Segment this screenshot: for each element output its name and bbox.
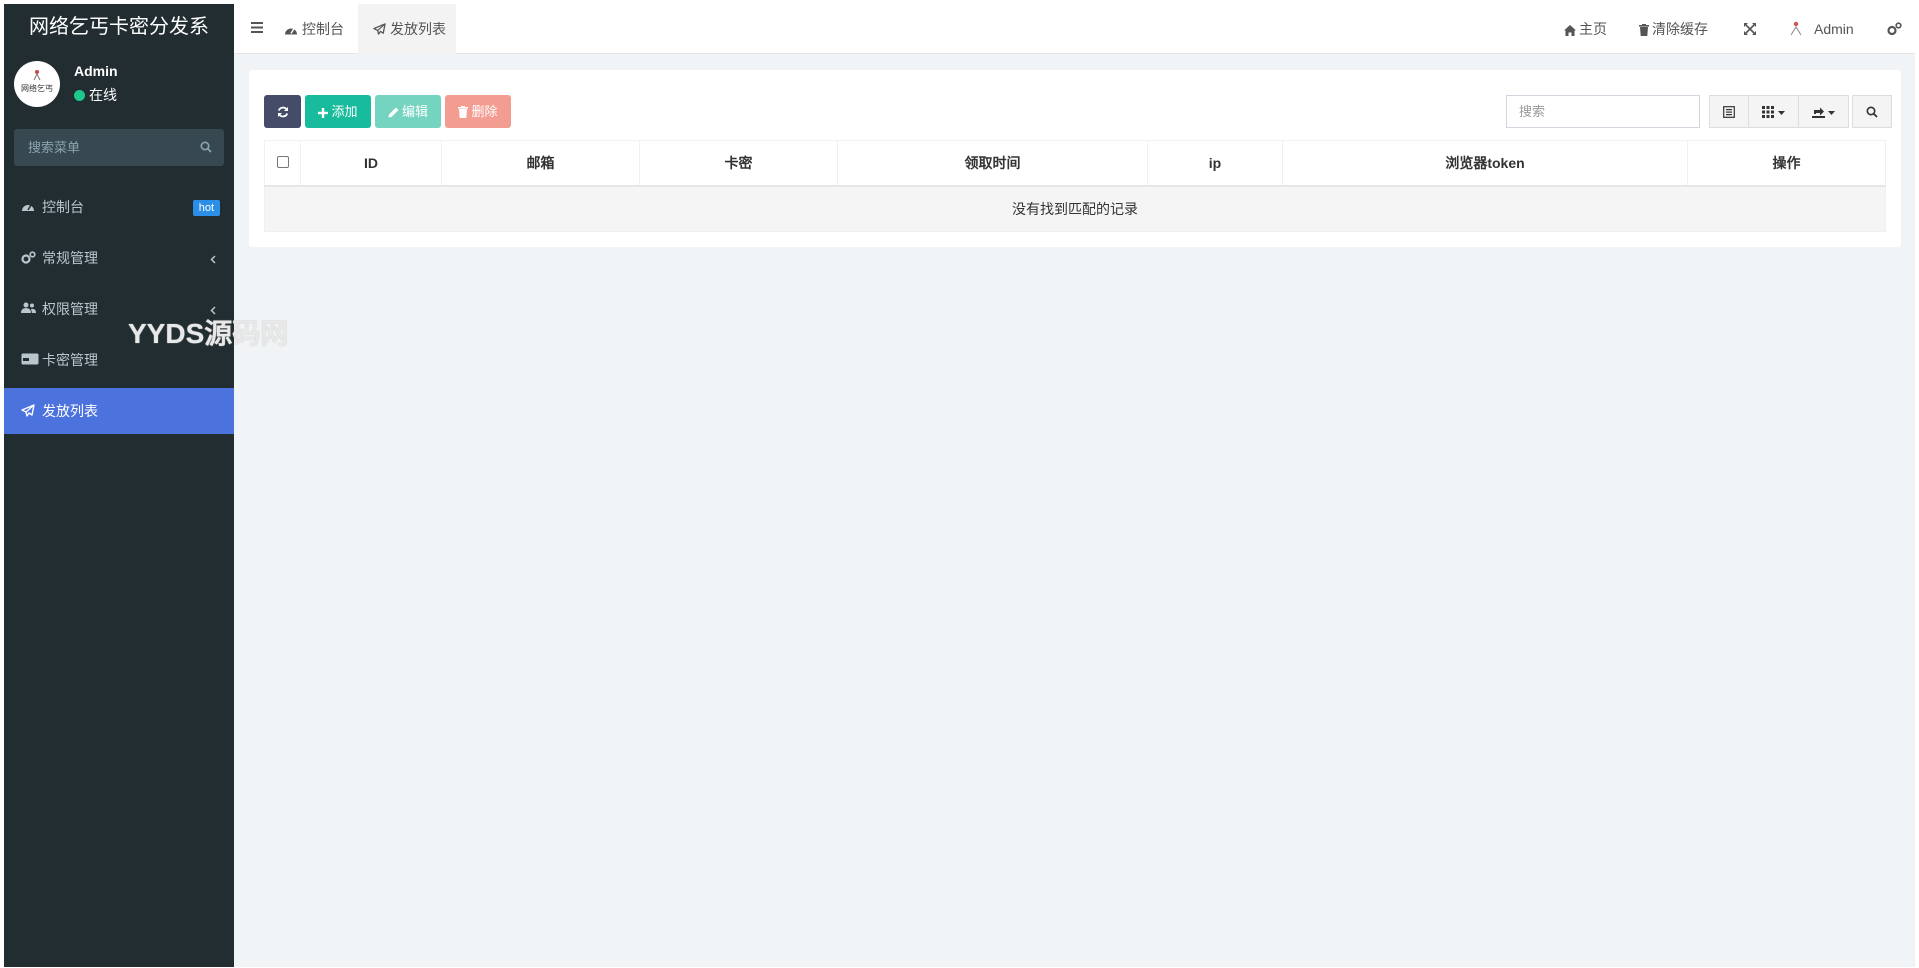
user-status: 在线: [74, 85, 117, 105]
column-header[interactable]: 领取时间: [837, 140, 1148, 187]
sidebar-item-dashboard[interactable]: 控制台 hot: [4, 184, 234, 230]
advanced-search-button[interactable]: [1852, 95, 1892, 128]
header-user[interactable]: Admin: [1786, 4, 1854, 54]
user-status-text: 在线: [89, 87, 117, 103]
refresh-icon: [277, 106, 288, 118]
fullscreen-icon[interactable]: [1744, 23, 1756, 35]
table-header-row: ID 邮箱 卡密 领取时间 ip 浏览器token 操作: [264, 140, 1886, 187]
search-icon[interactable]: [200, 141, 212, 153]
trash-icon: [458, 106, 469, 118]
menu-search-input[interactable]: 搜索菜单: [14, 129, 224, 166]
select-all-cell: [264, 140, 301, 187]
app-frame: 网络乞丐卡密分发系 网络乞丐 Admin 在线 搜索菜单 控制台 hot 常规管…: [4, 4, 1915, 967]
sidebar-item-issue-list[interactable]: 发放列表: [4, 388, 234, 434]
caret-down-icon: [1828, 111, 1836, 115]
add-button[interactable]: 添加: [305, 95, 371, 128]
table-search-input[interactable]: 搜索: [1506, 95, 1700, 128]
tab-dashboard[interactable]: 控制台: [272, 4, 358, 54]
column-header: 操作: [1687, 140, 1886, 187]
empty-message: 没有找到匹配的记录: [264, 185, 1886, 232]
sidebar: 网络乞丐卡密分发系 网络乞丐 Admin 在线 搜索菜单 控制台 hot 常规管…: [4, 4, 234, 967]
watermark: YYDS源码网: [128, 318, 289, 349]
column-header[interactable]: 浏览器token: [1282, 140, 1688, 187]
sidebar-item-general[interactable]: 常规管理: [4, 235, 234, 281]
tab-issue-list[interactable]: 发放列表: [358, 4, 456, 54]
export-dropdown-button[interactable]: [1798, 95, 1849, 128]
grid-icon: [1762, 106, 1775, 118]
table-row: 没有找到匹配的记录: [264, 185, 1886, 232]
tab-label: 发放列表: [390, 21, 446, 37]
credit-card-icon: [21, 353, 39, 365]
avatar: 网络乞丐: [14, 61, 60, 107]
plus-icon: [318, 108, 329, 118]
toggle-view-button[interactable]: [1709, 95, 1749, 128]
cogs-icon[interactable]: [1887, 22, 1902, 36]
paper-plane-icon: [21, 404, 35, 417]
top-header: 控制台 发放列表 主页 清除缓存 Admin: [234, 4, 1915, 54]
chevron-left-icon: [210, 255, 216, 264]
dashboard-icon: [22, 204, 34, 211]
tab-label: 控制台: [302, 21, 344, 37]
dashboard-icon: [285, 28, 297, 35]
trash-icon: [1639, 24, 1649, 36]
clear-cache-label: 清除缓存: [1652, 21, 1708, 37]
hamburger-menu-icon[interactable]: [251, 22, 263, 33]
caret-down-icon: [1777, 111, 1785, 115]
delete-button[interactable]: 删除: [445, 95, 511, 128]
column-header[interactable]: 卡密: [639, 140, 838, 187]
header-user-name: Admin: [1814, 21, 1854, 37]
user-name: Admin: [74, 63, 118, 79]
column-header[interactable]: ip: [1147, 140, 1283, 187]
user-panel: 网络乞丐 Admin 在线: [4, 51, 234, 116]
home-link[interactable]: 主页: [1564, 4, 1607, 54]
hot-badge: hot: [192, 200, 220, 216]
edit-label: 编辑: [401, 104, 428, 119]
sidebar-item-label: 控制台: [42, 199, 84, 215]
sidebar-item-label: 卡密管理: [42, 352, 98, 368]
issue-table: ID 邮箱 卡密 领取时间 ip 浏览器token 操作 没有找到匹配的记录: [264, 140, 1886, 232]
columns-dropdown-button[interactable]: [1748, 95, 1799, 128]
app-logo[interactable]: 网络乞丐卡密分发系: [4, 4, 234, 51]
pencil-icon: [388, 107, 399, 118]
column-header[interactable]: ID: [300, 140, 442, 187]
online-dot-icon: [74, 90, 85, 101]
menu-search-placeholder: 搜索菜单: [28, 140, 81, 155]
add-label: 添加: [331, 104, 358, 119]
search-icon: [1866, 106, 1878, 118]
select-all-checkbox[interactable]: [276, 155, 289, 168]
delete-label: 删除: [471, 104, 498, 119]
edit-button[interactable]: 编辑: [375, 95, 441, 128]
column-header[interactable]: 邮箱: [441, 140, 640, 187]
refresh-button[interactable]: [264, 95, 301, 128]
sidebar-item-label: 发放列表: [42, 403, 98, 419]
users-icon: [21, 302, 36, 313]
sidebar-item-label: 权限管理: [42, 301, 98, 317]
list-view-icon: [1723, 106, 1735, 118]
export-icon: [1811, 107, 1825, 118]
avatar-text: 网络乞丐: [21, 84, 53, 93]
avatar-figure-icon: [33, 70, 41, 81]
home-icon: [1564, 25, 1576, 36]
sidebar-item-label: 常规管理: [42, 250, 98, 266]
content-panel: 添加 编辑 删除 搜索 ID 邮箱 卡密 领取时间 ip 浏览器token 操作…: [249, 70, 1901, 247]
paper-plane-icon: [373, 23, 386, 35]
user-avatar-icon: [1790, 21, 1802, 36]
home-label: 主页: [1579, 21, 1607, 37]
clear-cache-button[interactable]: 清除缓存: [1639, 4, 1708, 54]
cogs-icon: [21, 251, 36, 264]
